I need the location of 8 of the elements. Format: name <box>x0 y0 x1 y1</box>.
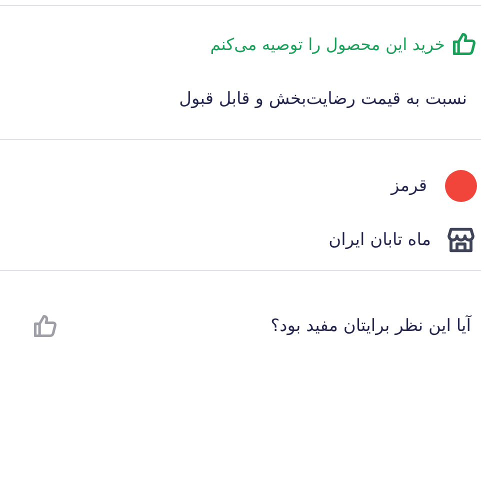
like-button[interactable] <box>32 313 58 339</box>
thumbs-up-icon <box>451 31 477 57</box>
recommendation-text: خرید این محصول را توصیه می‌کنم <box>210 34 445 54</box>
thumbs-up-icon <box>32 313 58 339</box>
helpful-question: آیا این نظر برایتان مفید بود؟ <box>270 316 471 336</box>
seller-name: ماه تابان ایران <box>328 230 431 250</box>
color-name: قرمز <box>391 176 427 196</box>
comment-text: نسبت به قیمت رضایت‌بخش و قابل قبول <box>178 89 467 111</box>
